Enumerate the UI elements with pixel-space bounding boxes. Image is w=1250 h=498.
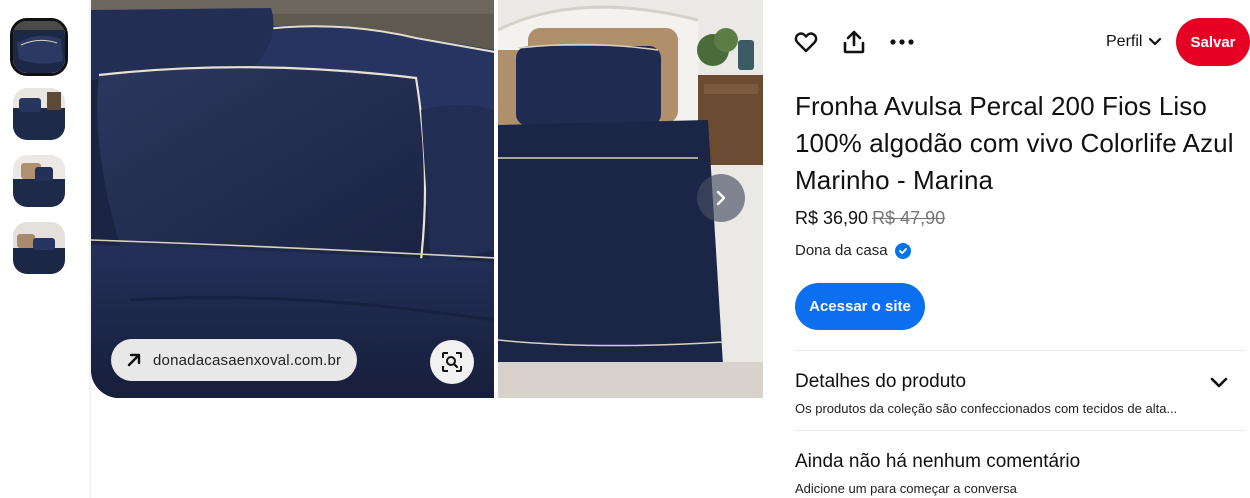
seller-name: Dona da casa — [795, 242, 888, 259]
thumbnail-1[interactable] — [10, 18, 68, 76]
thumbnail-1-image — [13, 21, 65, 73]
product-details-summary: Os produtos da coleção são confeccionado… — [795, 401, 1178, 416]
comments-title: Ainda não há nenhum comentário — [795, 451, 1081, 472]
verified-badge-icon — [894, 242, 911, 259]
heart-icon[interactable] — [792, 28, 820, 56]
thumbnail-2-image — [13, 88, 65, 140]
thumbnail-4-image — [13, 222, 65, 274]
profile-label: Perfil — [1106, 33, 1143, 50]
arrow-up-right-icon — [125, 351, 143, 369]
thumbnail-3-image — [13, 155, 65, 207]
thumbnail-3[interactable] — [13, 155, 65, 207]
original-price: R$ 47,90 — [872, 208, 946, 228]
source-domain: donadacasaenxoval.com.br — [153, 351, 342, 369]
pin-toolbar: Perfil Salvar — [792, 18, 1250, 66]
price-row: R$ 36,90 R$ 47,90 — [795, 208, 945, 229]
product-title: Fronha Avulsa Percal 200 Fios Liso 100% … — [795, 91, 1234, 195]
thumbnail-2[interactable] — [13, 88, 65, 140]
chevron-right-icon — [716, 190, 726, 206]
product-details-title[interactable]: Detalhes do produto — [795, 371, 966, 393]
seller[interactable]: Dona da casa — [795, 242, 911, 259]
visit-site-button[interactable]: Acessar o site — [795, 283, 925, 330]
visual-search-button[interactable] — [430, 340, 474, 384]
thumbnail-rail — [0, 0, 92, 498]
more-icon[interactable] — [888, 28, 916, 56]
lens-icon — [442, 352, 462, 372]
pin-details-panel: Perfil Salvar Fronha Avulsa Percal 200 F… — [792, 0, 1250, 498]
comments-subtitle: Adicione um para começar a conversa — [795, 481, 1017, 496]
profile-selector[interactable]: Perfil — [1106, 29, 1162, 55]
save-button[interactable]: Salvar — [1176, 18, 1250, 66]
pin-image-carousel[interactable]: donadacasaenxoval.com.br — [91, 0, 763, 398]
chevron-down-icon — [1149, 37, 1162, 46]
divider — [795, 430, 1245, 431]
share-icon[interactable] — [840, 28, 868, 56]
thumbnail-4[interactable] — [13, 222, 65, 274]
current-price: R$ 36,90 — [795, 208, 869, 228]
divider — [795, 350, 1245, 351]
source-link[interactable]: donadacasaenxoval.com.br — [111, 339, 358, 381]
expand-details-icon[interactable] — [1208, 372, 1230, 394]
next-image-button[interactable] — [697, 174, 745, 222]
